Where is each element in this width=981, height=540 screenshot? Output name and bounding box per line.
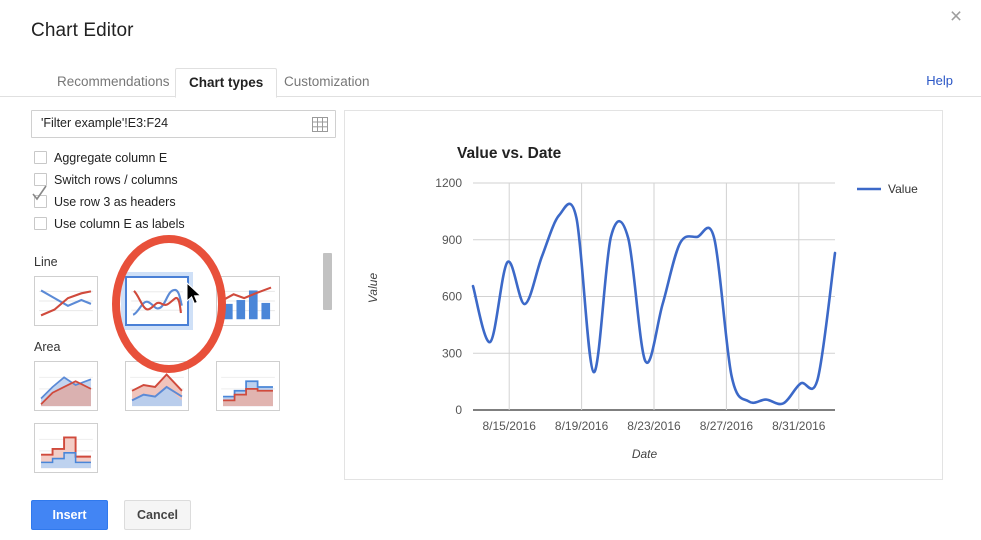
stepped-area-chart-thumb[interactable] [34, 423, 98, 473]
insert-button[interactable]: Insert [31, 500, 108, 530]
smooth-line-chart-thumb[interactable] [125, 276, 189, 326]
help-link[interactable]: Help [926, 73, 953, 88]
chart-type-row-area [34, 361, 336, 411]
svg-text:Value: Value [888, 182, 918, 196]
cancel-button[interactable]: Cancel [124, 500, 191, 530]
chart-preview-panel: Value vs. Date Value Date 0 300 600 900 1200… [344, 110, 943, 480]
svg-text:8/31/2016: 8/31/2016 [772, 419, 826, 433]
chart-options-checkbox-list: Aggregate column E Switch rows / columns… [31, 147, 336, 235]
svg-text:8/27/2016: 8/27/2016 [700, 419, 754, 433]
line-chart-thumb[interactable] [34, 276, 98, 326]
close-icon[interactable]: × [943, 4, 969, 30]
checkbox-label: Switch rows / columns [54, 173, 178, 187]
svg-text:1200: 1200 [435, 176, 462, 190]
svg-text:8/23/2016: 8/23/2016 [627, 419, 681, 433]
data-range-value: 'Filter example'!E3:F24 [41, 116, 169, 130]
chart-group-label-line: Line [34, 255, 58, 269]
chart-options-panel: 'Filter example'!E3:F24 Aggregate column… [31, 110, 336, 486]
checkbox-label: Use column E as labels [54, 217, 185, 231]
chart-type-scrollbar-thumb[interactable] [323, 253, 332, 310]
chart-editor-dialog: × Chart Editor Recommendations Chart typ… [0, 0, 981, 540]
checkbox-aggregate-column-e[interactable]: Aggregate column E [31, 147, 336, 169]
tab-customization[interactable]: Customization [271, 68, 383, 97]
svg-text:600: 600 [442, 290, 462, 304]
chart-plot-area: 0 300 600 900 1200 8/15/2016 8/19/2016 8/23/201… [435, 176, 918, 433]
checkbox-use-column-e-as-labels[interactable]: Use column E as labels [31, 213, 336, 235]
chart-type-scrollbar-track[interactable] [323, 251, 334, 486]
svg-text:8/15/2016: 8/15/2016 [483, 419, 537, 433]
checkbox-label: Use row 3 as headers [54, 195, 176, 209]
chart-type-list[interactable]: Line Area [31, 251, 336, 486]
stacked-area-chart-thumb[interactable] [125, 361, 189, 411]
checkbox-label: Aggregate column E [54, 151, 168, 165]
tab-recommendations[interactable]: Recommendations [44, 68, 183, 97]
svg-text:300: 300 [442, 346, 462, 360]
svg-text:900: 900 [442, 233, 462, 247]
chart-type-row-line [34, 276, 336, 326]
chart-type-row-area-2 [34, 423, 336, 473]
stepped-stacked-area-chart-thumb[interactable] [216, 361, 280, 411]
tab-chart-types[interactable]: Chart types [175, 68, 278, 98]
area-chart-thumb[interactable] [34, 361, 98, 411]
tab-strip: Recommendations Chart types Customizatio… [0, 68, 981, 98]
checkbox-use-row-3-as-headers[interactable]: Use row 3 as headers [31, 185, 336, 213]
checkbox-switch-rows-columns[interactable]: Switch rows / columns [31, 169, 336, 191]
checkbox-box [34, 217, 47, 230]
combo-chart-thumb[interactable] [216, 276, 280, 326]
chart-group-label-area: Area [34, 340, 61, 354]
svg-text:8/19/2016: 8/19/2016 [555, 419, 609, 433]
grid-icon[interactable] [312, 117, 328, 132]
check-icon [32, 185, 47, 201]
page-title: Chart Editor [31, 20, 134, 41]
checkbox-box [34, 151, 47, 164]
svg-text:0: 0 [455, 403, 462, 417]
data-range-field[interactable]: 'Filter example'!E3:F24 [31, 110, 336, 138]
